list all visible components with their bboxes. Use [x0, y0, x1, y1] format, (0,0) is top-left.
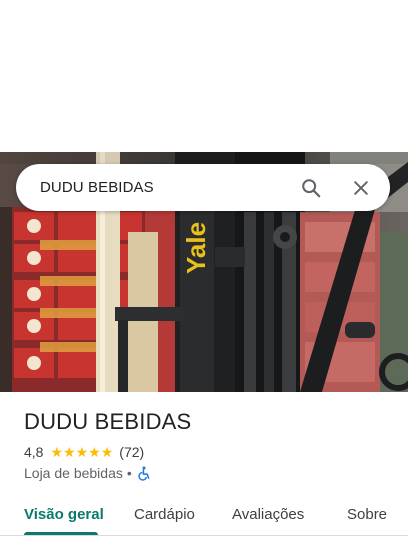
search-bar[interactable]: DUDU BEBIDAS	[16, 164, 390, 211]
place-tabs: Visão geral Cardápio Avaliações Sobre	[0, 494, 408, 536]
rating-row[interactable]: 4,8 ★ ★ ★ ★ ★ (72)	[24, 444, 144, 460]
rating-value: 4,8	[24, 444, 44, 460]
tabs-divider	[0, 535, 408, 536]
forklift-brand-label: Yale	[181, 222, 211, 274]
tab-reviews[interactable]: Avaliações	[232, 494, 304, 534]
clear-search-button[interactable]	[344, 171, 378, 205]
tab-about[interactable]: Sobre	[347, 494, 387, 534]
place-name: DUDU BEBIDAS	[24, 409, 192, 434]
category-row: Loja de bebidas •	[24, 465, 151, 481]
star-icon: ★	[88, 444, 101, 460]
search-icon	[302, 178, 321, 197]
search-button[interactable]	[294, 171, 328, 205]
tab-overview[interactable]: Visão geral	[24, 494, 104, 534]
close-icon	[354, 180, 368, 195]
place-sheet: Yale DUDU BEBIDAS DUDU BEBIDAS 4,8 ★ ★ ★…	[0, 0, 408, 544]
search-query-text[interactable]: DUDU BEBIDAS	[40, 179, 294, 196]
wheelchair-icon	[137, 466, 151, 481]
review-count[interactable]: (72)	[119, 444, 144, 460]
place-category: Loja de bebidas	[24, 465, 123, 481]
star-icon: ★	[50, 444, 64, 460]
star-icon: ★	[75, 444, 89, 460]
tab-menu[interactable]: Cardápio	[134, 494, 195, 534]
star-icon: ★	[100, 444, 114, 460]
star-icon: ★	[63, 444, 76, 460]
star-rating: ★ ★ ★ ★ ★	[50, 445, 113, 459]
category-separator: •	[126, 465, 132, 481]
